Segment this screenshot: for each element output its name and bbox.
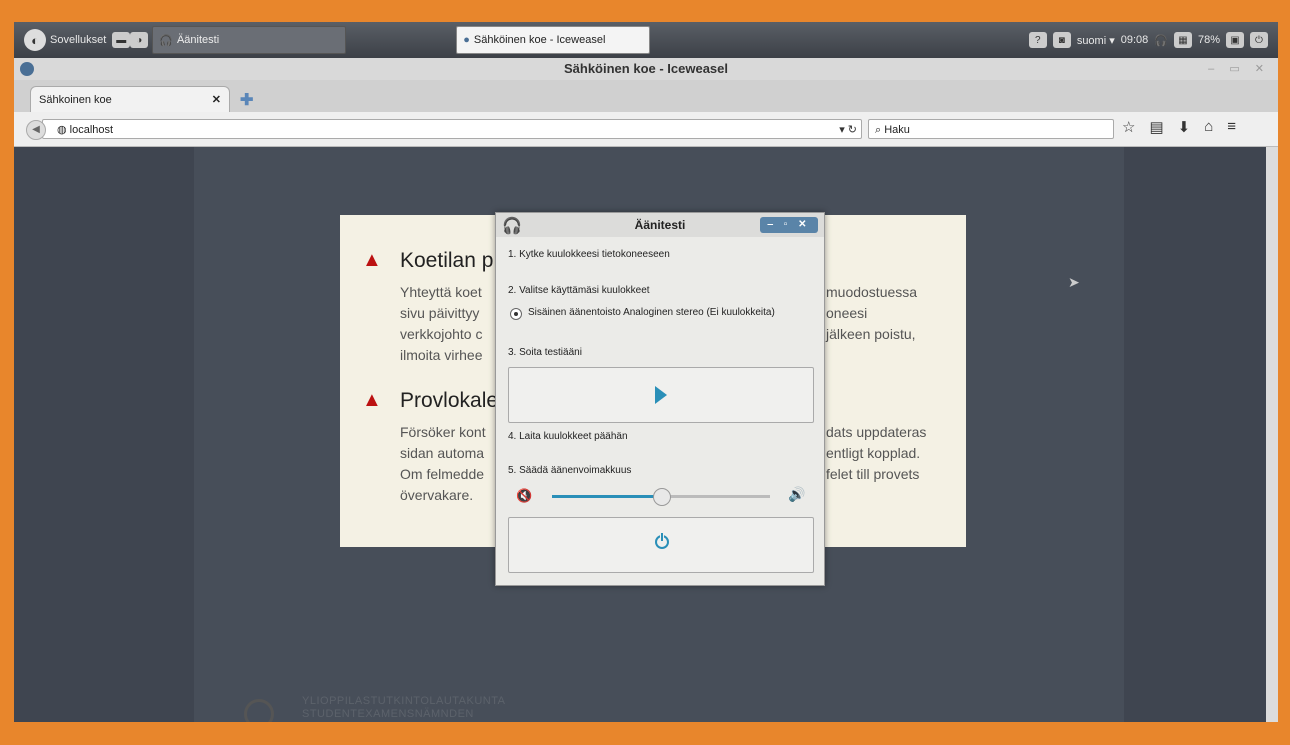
window-title: Sähköinen koe - Iceweasel [563,61,729,76]
play-test-sound-button[interactable] [508,367,814,423]
screen: ◐ Sovellukset ▬ ◑ 🎧 Äänitesti ● Sähköine… [14,22,1278,722]
camera-icon[interactable]: ◙ [1052,32,1071,48]
battery-level[interactable]: 78% [1198,34,1220,46]
bookmark-star-icon[interactable]: ☆ [1122,118,1135,136]
scrollbar[interactable] [1266,147,1278,722]
globe-icon: ◍ [57,124,70,136]
close-power-button[interactable] [508,517,814,573]
close-tab-icon[interactable]: ✕ [212,93,221,106]
footer-line-2: STUDENTEXAMENSNÄMNDEN [302,708,474,720]
home-icon[interactable]: ⌂ [1204,118,1213,136]
headphones-icon: 🎧 [159,34,173,47]
para-fi-3: verkkojohto c [400,326,483,342]
task-sound-test[interactable]: 🎧 Äänitesti [152,26,347,54]
taskbar: ◐ Sovellukset ▬ ◑ 🎧 Äänitesti ● Sähköine… [14,22,1278,58]
step-1: 1. Kytke kuulokkeesi tietokoneeseen [508,249,670,260]
power-icon [655,533,669,549]
warning-icon: ▲ [362,249,382,271]
tab-label: Sähkoinen koe [39,93,112,106]
search-icon: ⌕ [875,124,885,136]
headphone-radio[interactable] [510,308,522,320]
terminal-launcher-icon[interactable]: ▬ [112,32,131,48]
para-fi-2: sivu päivittyy [400,305,480,321]
download-icon[interactable]: ⬇ [1178,118,1191,136]
step-2: 2. Valitse käyttämäsi kuulokkeet [508,285,650,296]
window-controls[interactable]: ‒ ▭ ✕ [1208,58,1270,80]
dialog-window-controls[interactable]: ‒ ▫ ✕ [760,217,818,233]
volume-control: 🔇 🔊 [508,483,812,509]
para-sv-right-3: felet till provets [826,466,920,482]
clock[interactable]: 09:08 [1121,34,1149,46]
mouse-cursor-icon: ➤ [1068,274,1080,290]
help-icon[interactable]: ? [1028,32,1047,48]
menu-icon[interactable]: ≡ [1227,118,1236,136]
para-sv-4: övervakare. [400,487,474,503]
url-text: localhost [69,124,114,136]
para-fi-right-3: jälkeen poistu, [826,326,916,342]
dialog-titlebar[interactable]: 🎧 Äänitesti ‒ ▫ ✕ [496,213,824,237]
browser-icon: ● [463,34,470,46]
headphones-icon: 🎧 [502,218,522,235]
app-logo-icon: ◐ [24,29,46,51]
volume-high-icon[interactable]: 🔊 [788,486,805,503]
para-sv-2: sidan automa [400,445,485,461]
para-fi-right-2: oneesi [826,305,868,321]
heading-swedish: Provlokale [400,389,499,412]
volume-slider[interactable] [552,488,770,506]
step-3: 3. Soita testiääni [508,347,582,358]
task-sound-test-label: Äänitesti [176,34,220,46]
para-sv-3: Om felmedde [400,466,485,482]
volume-knob[interactable] [653,488,671,506]
headphone-radio-label[interactable]: Sisäinen äänentoisto Analoginen stereo (… [528,307,775,318]
para-sv-right-1: dats uppdateras [826,424,927,440]
task-browser[interactable]: ● Sähköinen koe - Iceweasel [456,26,651,54]
new-tab-icon[interactable]: ✚ [240,90,253,110]
para-fi-right-1: muodostuessa [826,284,918,300]
volume-mute-icon[interactable]: 🔇 [516,488,532,504]
volume-fill [552,495,661,498]
search-placeholder: Haku [884,124,910,136]
footer-org-name: YLIOPPILASTUTKINTOLAUTAKUNTA STUDENTEXAM… [302,695,506,721]
clock-launcher-icon[interactable]: ◑ [130,32,149,48]
heading-finnish: Koetilan p [400,249,494,272]
applications-menu[interactable]: ◐ Sovellukset [18,26,112,54]
para-sv-1: Försöker kont [400,424,486,440]
reload-icon[interactable]: ▾ ↻ [839,120,857,140]
step-5: 5. Säädä äänenvoimakkuus [508,465,632,476]
keyboard-layout[interactable]: suomi ▾ [1077,34,1115,47]
headphones-tray-icon[interactable]: 🎧 [1154,34,1168,47]
task-browser-label: Sähköinen koe - Iceweasel [473,34,606,46]
footer-line-1: YLIOPPILASTUTKINTOLAUTAKUNTA [302,695,506,707]
para-sv-right-2: entligt kopplad. [826,445,921,461]
warning-icon: ▲ [362,389,382,411]
play-icon [655,386,667,404]
para-fi-4: ilmoita virhee [400,347,483,363]
dialog-title: Äänitesti [634,218,686,232]
search-input[interactable]: ⌕ Haku [868,119,1114,139]
browser-icon [20,62,34,76]
tab-exam[interactable]: Sähkoinen koe ✕ [30,86,230,112]
tab-strip: Sähkoinen koe ✕ ✚ [14,80,1278,112]
ytl-logo-icon [244,699,274,722]
para-fi-1: Yhteyttä koet [400,284,482,300]
back-icon[interactable]: ◀ [26,120,46,140]
window-titlebar: Sähköinen koe - Iceweasel ‒ ▭ ✕ [14,58,1278,80]
nav-bar: ◍ localhost ▾ ↻ ◀ ⌕ Haku ☆ ▤ ⬇ ⌂ ≡ [14,112,1278,147]
url-bar[interactable]: ◍ localhost ▾ ↻ [42,119,862,139]
network-icon[interactable]: ▦ [1173,32,1192,48]
system-tray: ? ◙ suomi ▾ 09:08 🎧 ▦ 78% ▣ ⏻ [1028,32,1278,48]
toolbar-icons: ☆ ▤ ⬇ ⌂ ≡ [1122,118,1236,136]
step-4: 4. Laita kuulokkeet päähän [508,431,628,442]
applications-label: Sovellukset [50,34,107,46]
reading-list-icon[interactable]: ▤ [1149,118,1163,136]
display-icon[interactable]: ▣ [1226,32,1244,48]
power-tray-icon[interactable]: ⏻ [1250,32,1268,48]
sound-test-dialog: 🎧 Äänitesti ‒ ▫ ✕ 1. Kytke kuulokkeesi t… [495,212,825,586]
